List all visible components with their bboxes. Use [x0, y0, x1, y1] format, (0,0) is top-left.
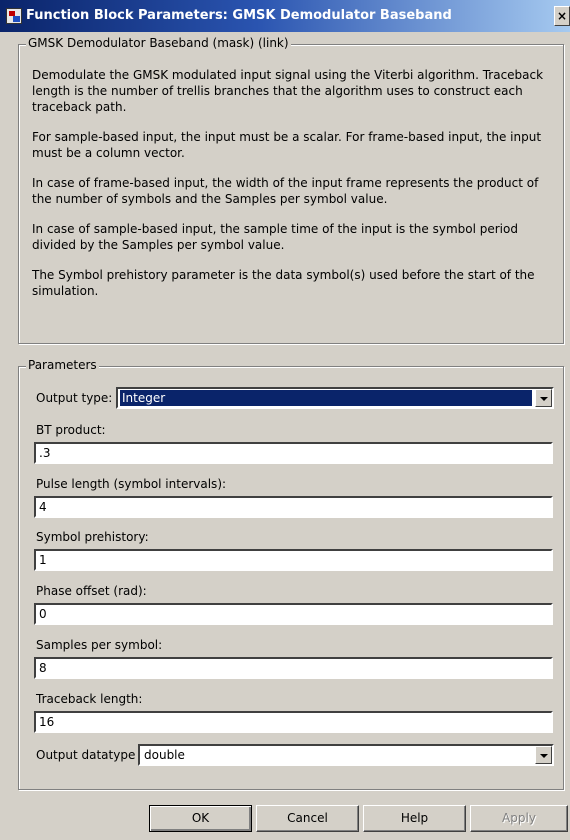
title-bar[interactable]: Function Block Parameters: GMSK Demodula…	[0, 0, 570, 32]
parameters-group-legend: Parameters	[26, 358, 99, 372]
traceback-length-field[interactable]: 16	[34, 711, 553, 733]
description-paragraph: The Symbol prehistory parameter is the d…	[32, 268, 535, 298]
simulink-block-icon	[6, 8, 22, 24]
window-title: Function Block Parameters: GMSK Demodula…	[26, 8, 452, 23]
bt-product-field[interactable]: .3	[34, 442, 553, 464]
bt-product-label: BT product:	[36, 423, 106, 437]
samples-per-symbol-field[interactable]: 8	[34, 657, 553, 679]
description-group-legend: GMSK Demodulator Baseband (mask) (link)	[26, 36, 291, 50]
traceback-length-label: Traceback length:	[36, 692, 143, 706]
description-paragraph: In case of frame-based input, the width …	[32, 176, 539, 206]
description-paragraph: Demodulate the GMSK modulated input sign…	[32, 68, 544, 114]
description-paragraph: In case of sample-based input, the sampl…	[32, 222, 518, 252]
chevron-down-icon[interactable]	[535, 389, 552, 407]
output-type-dropdown[interactable]: Integer	[116, 387, 554, 409]
block-description: Demodulate the GMSK modulated input sign…	[32, 67, 552, 313]
help-button[interactable]: Help	[363, 805, 466, 832]
pulse-length-label: Pulse length (symbol intervals):	[36, 477, 227, 491]
output-datatype-dropdown[interactable]: double	[138, 744, 554, 766]
phase-offset-label: Phase offset (rad):	[36, 584, 147, 598]
pulse-length-field[interactable]: 4	[34, 496, 553, 518]
chevron-down-icon[interactable]	[535, 746, 552, 764]
close-button[interactable]: ×	[554, 6, 570, 26]
symbol-prehistory-field[interactable]: 1	[34, 549, 553, 571]
output-type-label: Output type:	[36, 391, 113, 405]
phase-offset-field[interactable]: 0	[34, 603, 553, 625]
symbol-prehistory-label: Symbol prehistory:	[36, 530, 149, 544]
cancel-button[interactable]: Cancel	[256, 805, 359, 832]
output-datatype-label: Output datatype	[36, 748, 136, 762]
output-type-value: Integer	[120, 390, 532, 406]
ok-button[interactable]: OK	[149, 805, 252, 832]
samples-per-symbol-label: Samples per symbol:	[36, 638, 163, 652]
apply-button[interactable]: Apply	[470, 805, 568, 832]
description-paragraph: For sample-based input, the input must b…	[32, 130, 542, 160]
output-datatype-value: double	[144, 748, 185, 762]
